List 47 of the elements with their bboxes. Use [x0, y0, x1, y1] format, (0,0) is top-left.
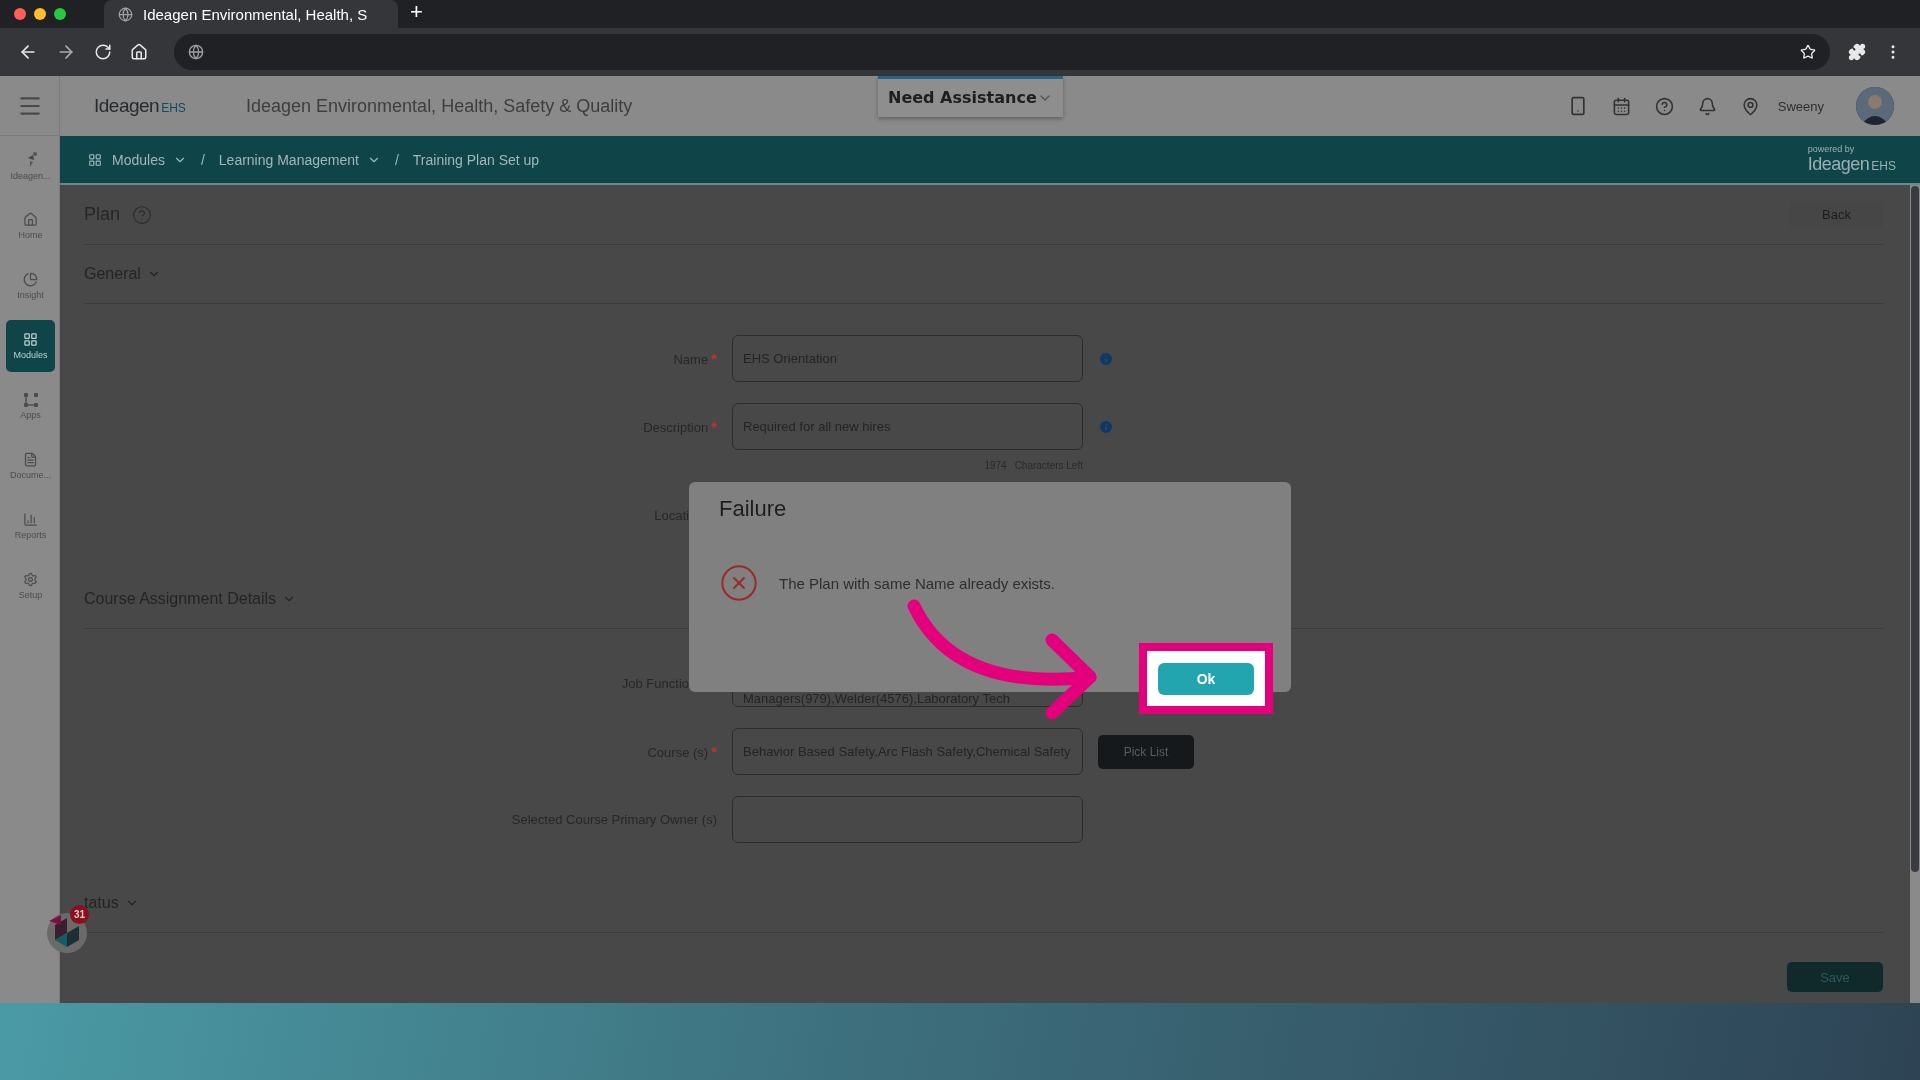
logo-suffix: EHS [1871, 159, 1896, 173]
assistance-dropdown[interactable]: Need Assistance [878, 75, 1063, 117]
help-icon[interactable] [1654, 96, 1674, 116]
scrollbar[interactable] [1910, 185, 1920, 1003]
apps-icon [23, 392, 38, 407]
grid-icon [23, 332, 38, 347]
logo-name: Ideagen [1807, 154, 1870, 175]
bar-chart-icon [23, 512, 38, 527]
logo-suffix: EHS [161, 101, 186, 115]
notification-badge: 31 [70, 905, 89, 924]
sidebar-item[interactable]: Docume... [6, 440, 55, 492]
home-icon [23, 212, 38, 227]
settings-icon [23, 572, 38, 587]
error-icon [719, 563, 759, 603]
breadcrumb-separator: / [394, 151, 399, 168]
location-pin-icon[interactable] [1740, 96, 1760, 116]
bell-icon[interactable] [1697, 96, 1717, 116]
calendar-icon[interactable] [1611, 96, 1631, 116]
logo-name: Ideagen [94, 95, 160, 117]
user-name[interactable]: Sweeny [1777, 98, 1824, 114]
avatar[interactable] [1856, 87, 1894, 125]
pick-list-button[interactable]: Pick List [1098, 734, 1194, 769]
dialog-message: The Plan with same Name already exists. [779, 574, 1055, 592]
browser-tab[interactable]: Ideagen Environmental, Health, S [104, 0, 398, 28]
new-tab-button[interactable]: + [410, 0, 423, 28]
sidebar-item[interactable]: Modules [6, 320, 55, 372]
bookmark-star-icon[interactable] [1800, 44, 1816, 60]
breadcrumb-separator: / [200, 151, 205, 168]
input-field[interactable] [732, 796, 1083, 843]
reload-icon[interactable] [94, 43, 112, 61]
dialog-title: Failure [719, 496, 788, 522]
minimize-window-button[interactable] [34, 8, 46, 20]
powered-by-text: powered by [1807, 144, 1855, 154]
pie-chart-icon [23, 272, 38, 287]
document-icon [23, 452, 38, 467]
extensions-icon[interactable] [1848, 43, 1866, 61]
breadcrumb-link[interactable]: Training Plan Set up [412, 151, 540, 168]
globe-icon [118, 6, 133, 22]
app-title: Ideagen Environmental, Health, Safety & Quality [246, 95, 634, 117]
globe-icon [188, 44, 204, 60]
home-icon[interactable] [130, 43, 148, 61]
grid-icon [88, 152, 102, 167]
zoom-window-button[interactable] [54, 8, 66, 20]
ok-button[interactable]: Ok [1158, 662, 1254, 695]
breadcrumb-link[interactable]: Modules [112, 151, 187, 168]
breadcrumb-link[interactable]: Learning Management [218, 151, 381, 168]
close-window-button[interactable] [14, 8, 26, 20]
